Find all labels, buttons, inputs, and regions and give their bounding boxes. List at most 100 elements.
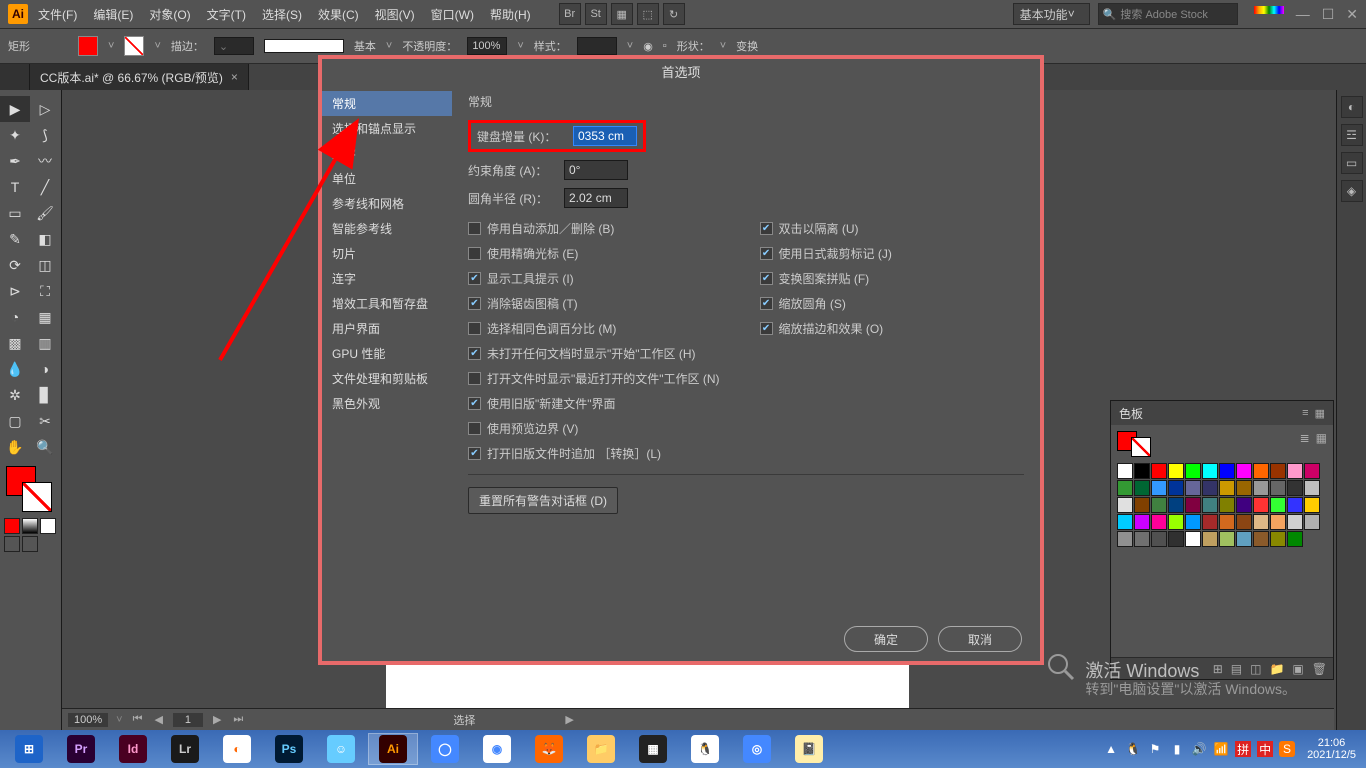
shaper-tool[interactable]: ✎ xyxy=(0,226,30,252)
scale-tool[interactable]: ◫ xyxy=(30,252,60,278)
tray-ime2-icon[interactable]: 中 xyxy=(1257,741,1273,757)
pref-check-left-8[interactable]: 使用预览边界 (V) xyxy=(468,420,720,437)
keyboard-increment-input[interactable]: 0353 cm xyxy=(573,126,637,146)
swatch-color[interactable] xyxy=(1151,480,1167,496)
checkbox-icon[interactable] xyxy=(760,222,773,235)
checkbox-icon[interactable] xyxy=(468,272,481,285)
recolor-icon[interactable]: ◉ xyxy=(643,40,653,53)
swatch-color[interactable] xyxy=(1168,531,1184,547)
tray-flag-icon[interactable]: ⚑ xyxy=(1147,741,1163,757)
swatch-color[interactable] xyxy=(1219,514,1235,530)
swatch-color[interactable] xyxy=(1168,480,1184,496)
checkbox-icon[interactable] xyxy=(468,247,481,260)
swatches-grid-view-icon[interactable]: ▦ xyxy=(1315,407,1325,420)
swatch-color[interactable] xyxy=(1304,497,1320,513)
swatch-color[interactable] xyxy=(1253,531,1269,547)
bridge-icon[interactable]: Br xyxy=(559,3,581,25)
swatch-color[interactable] xyxy=(1253,497,1269,513)
constrain-angle-input[interactable]: 0° xyxy=(564,160,628,180)
pref-check-left-6[interactable]: 打开文件时显示"最近打开的文件"工作区 (N) xyxy=(468,370,720,387)
checkbox-icon[interactable] xyxy=(468,447,481,460)
menu-edit[interactable]: 编辑(E) xyxy=(87,2,139,27)
checkbox-icon[interactable] xyxy=(468,322,481,335)
swatch-color[interactable] xyxy=(1117,463,1133,479)
stroke-weight[interactable]: ⌄ xyxy=(214,37,254,55)
swatch-color[interactable] xyxy=(1185,497,1201,513)
pref-check-left-1[interactable]: 使用精确光标 (E) xyxy=(468,245,720,262)
swatch-color[interactable] xyxy=(1202,463,1218,479)
curvature-tool[interactable]: 〰 xyxy=(30,148,60,174)
checkbox-icon[interactable] xyxy=(468,422,481,435)
swatches-list-view-icon[interactable]: ≡ xyxy=(1302,407,1308,420)
swatch-color[interactable] xyxy=(1117,531,1133,547)
line-tool[interactable]: ╱ xyxy=(30,174,60,200)
swatch-color[interactable] xyxy=(1270,497,1286,513)
sync-icon[interactable]: ↻ xyxy=(663,3,685,25)
checkbox-icon[interactable] xyxy=(468,297,481,310)
swatch-color[interactable] xyxy=(1270,463,1286,479)
fill-swatch[interactable] xyxy=(78,36,98,56)
pref-check-left-3[interactable]: 消除锯齿图稿 (T) xyxy=(468,295,720,312)
swatch-color[interactable] xyxy=(1236,531,1252,547)
pref-check-left-0[interactable]: 停用自动添加／删除 (B) xyxy=(468,220,720,237)
pref-check-right-4[interactable]: 缩放描边和效果 (O) xyxy=(760,320,892,337)
stroke-swatch[interactable] xyxy=(124,36,144,56)
corner-radius-input[interactable]: 2.02 cm xyxy=(564,188,628,208)
swatch-color[interactable] xyxy=(1304,514,1320,530)
swatch-color[interactable] xyxy=(1117,497,1133,513)
nav-general[interactable]: 常规 xyxy=(322,91,452,116)
tray-sogou-icon[interactable]: S xyxy=(1279,741,1295,757)
swatch-color[interactable] xyxy=(1253,514,1269,530)
swatch-color[interactable] xyxy=(1185,480,1201,496)
swatches-panel-icon[interactable]: ◈ xyxy=(1341,180,1363,202)
pref-check-left-2[interactable]: 显示工具提示 (I) xyxy=(468,270,720,287)
taskbar-app-11[interactable]: ▦ xyxy=(628,733,678,765)
menu-effect[interactable]: 效果(C) xyxy=(312,2,365,27)
nav-slices[interactable]: 切片 xyxy=(322,241,452,266)
swatch-color[interactable] xyxy=(1236,514,1252,530)
swatch-color[interactable] xyxy=(1236,497,1252,513)
swatch-color[interactable] xyxy=(1236,463,1252,479)
swatch-color[interactable] xyxy=(1287,463,1303,479)
menu-type[interactable]: 文字(T) xyxy=(201,2,252,27)
taskbar-app-10[interactable]: 📁 xyxy=(576,733,626,765)
width-tool[interactable]: ⊳ xyxy=(0,278,30,304)
taskbar-app-2[interactable]: Lr xyxy=(160,733,210,765)
nav-units[interactable]: 单位 xyxy=(322,166,452,191)
nav-file-handling[interactable]: 文件处理和剪贴板 xyxy=(322,366,452,391)
prev-artboard-icon[interactable]: ◀ xyxy=(152,713,164,726)
taskbar-app-5[interactable]: ☺ xyxy=(316,733,366,765)
checkbox-icon[interactable] xyxy=(468,372,481,385)
align-icon[interactable]: ▫ xyxy=(663,40,667,52)
blend-tool[interactable]: ◑ xyxy=(30,356,60,382)
first-artboard-icon[interactable]: ⏮ xyxy=(131,713,145,726)
pref-check-left-7[interactable]: 使用旧版"新建文件"界面 xyxy=(468,395,720,412)
swatch-color[interactable] xyxy=(1134,480,1150,496)
magic-wand-tool[interactable]: ✦ xyxy=(0,122,30,148)
direct-select-tool[interactable]: ▷ xyxy=(30,96,60,122)
brush-tool[interactable]: 🖌 xyxy=(30,200,60,226)
taskbar-app-0[interactable]: Pr xyxy=(56,733,106,765)
menu-window[interactable]: 窗口(W) xyxy=(425,2,480,27)
taskbar-app-4[interactable]: Ps xyxy=(264,733,314,765)
menu-help[interactable]: 帮助(H) xyxy=(484,2,537,27)
pref-check-right-3[interactable]: 缩放圆角 (S) xyxy=(760,295,892,312)
pref-check-right-1[interactable]: 使用日式裁剪标记 (J) xyxy=(760,245,892,262)
swatch-color[interactable] xyxy=(1168,514,1184,530)
start-button[interactable]: ⊞ xyxy=(4,733,54,765)
swatch-color[interactable] xyxy=(1185,463,1201,479)
tray-network-icon[interactable]: 📶 xyxy=(1213,741,1229,757)
layers-panel-icon[interactable]: ☲ xyxy=(1341,124,1363,146)
taskbar-app-9[interactable]: 🦊 xyxy=(524,733,574,765)
rectangle-tool[interactable]: ▭ xyxy=(0,200,30,226)
checkbox-icon[interactable] xyxy=(760,272,773,285)
menu-object[interactable]: 对象(O) xyxy=(143,2,196,27)
swatch-color[interactable] xyxy=(1270,480,1286,496)
pref-check-right-2[interactable]: 变换图案拼贴 (F) xyxy=(760,270,892,287)
swatch-color[interactable] xyxy=(1287,480,1303,496)
search-stock-input[interactable]: 🔍搜索 Adobe Stock xyxy=(1098,3,1238,25)
lasso-tool[interactable]: ⟆ xyxy=(30,122,60,148)
nav-selection[interactable]: 选择和锚点显示 xyxy=(322,116,452,141)
workspace-switcher[interactable]: 基本功能 ˅ xyxy=(1013,3,1090,25)
swatch-color[interactable] xyxy=(1168,463,1184,479)
